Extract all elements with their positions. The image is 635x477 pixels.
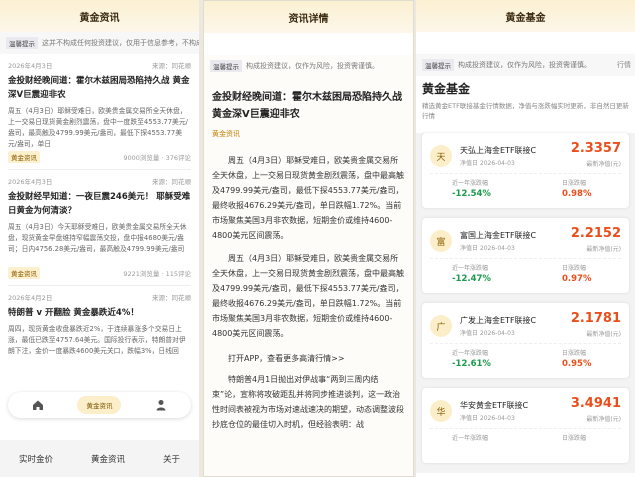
fund-nav-label: 最新净值(元)	[586, 416, 621, 423]
fund-year-change: -12.54%	[452, 189, 491, 199]
fund-list: 天 天弘上海金ETF联接C 净值日 2026-04-03 2.3357 最新净值…	[416, 133, 635, 473]
fund-nav-label: 最新净值(元)	[586, 246, 621, 253]
news-item[interactable]: 2026年4月2日 来源：同花顺 特朗普 v 开翻脸 黄金暴跌近4%！ 周四，现货…	[8, 286, 191, 402]
article-paragraph: 特朗普4月1日抛出对伊战事“两到三周内结束”论，宣称将攻破距乱并将同步推进谈判，…	[212, 375, 404, 429]
news-title: 金投财经早知道：一夜巨震246美元！ 耶稣受难日黄金为何清淡？	[8, 192, 191, 216]
fund-card[interactable]: 天 天弘上海金ETF联接C 净值日 2026-04-03 2.3357 最新净值…	[422, 133, 629, 208]
fund-name: 广发上海金ETF联接C	[460, 316, 537, 325]
news-date: 2026年4月3日	[8, 178, 53, 186]
news-source: 来源：同花顺	[152, 62, 191, 70]
fund-date: 净值日 2026-04-03	[460, 245, 515, 252]
tab-news[interactable]: 黄金资讯	[77, 396, 122, 414]
news-title: 金投财经晚间道：霍尔木兹困局恐陷持久战 黄金深V巨震迎非农	[8, 76, 190, 100]
notice-tag: 温馨提示	[6, 37, 38, 49]
news-item[interactable]: 2026年4月3日 来源：同花顺 金投财经早知道：一夜巨震246美元！ 耶稣受难日…	[8, 170, 191, 286]
fund-card[interactable]: 富 富国上海金ETF联接C 净值日 2026-04-03 2.2152 最新净值…	[422, 218, 629, 293]
fund-year-label: 近一年涨跌幅	[452, 265, 489, 272]
news-list-screen: 黄金资讯 温馨提示 这并不构成任何投资建议，仅用于信息参考，不构成任何 行情 2…	[0, 0, 199, 477]
news-tag: 黄金资讯	[8, 267, 40, 279]
news-summary: 周五（4月3日）今天耶稣受难日，欧美贵金属交易所全天休盘，现货黄金早盘维持窄幅震…	[8, 223, 187, 253]
section-subtitle: 精选黄金ETF联接基金行情数据，净值与涨跌幅实时更新，非自然日更新行情	[422, 102, 629, 120]
notice-text: 构成投资建议，仅作为风险，投资需谨慎。	[458, 61, 591, 69]
nav-about[interactable]: 关于	[163, 453, 180, 465]
fund-day-change: 0.97%	[562, 274, 592, 284]
fund-nav-label: 最新净值(元)	[586, 161, 621, 168]
fund-nav: 2.1781	[570, 311, 621, 326]
fund-nav: 3.4941	[570, 396, 621, 411]
fund-avatar: 富	[430, 230, 452, 252]
fund-name: 天弘上海金ETF联接C	[460, 146, 537, 155]
fund-year-label: 近一年涨跌幅	[452, 435, 489, 442]
news-source: 来源：同花顺	[152, 178, 191, 186]
nav-gold-news[interactable]: 黄金资讯	[91, 453, 125, 465]
fund-nav-label: 最新净值(元)	[586, 331, 621, 338]
page-title: 黄金资讯	[0, 0, 199, 32]
article-headline: 金投财经晚间道：霍尔木兹困局恐陷持久战 黄金深V巨震迎非农	[212, 92, 402, 120]
article-paragraph: 周五（4月3日）耶稣受难日，欧美贵金属交易所全天休盘，上一交易日现货黄金剧烈震荡…	[212, 254, 404, 338]
tab-home[interactable]	[18, 396, 58, 414]
news-list: 2026年4月3日 来源：同花顺 金投财经晚间道：霍尔木兹困局恐陷持久战 黄金深V…	[0, 54, 199, 402]
article-paragraph: 周五（4月3日）耶稣受难日，欧美贵金属交易所全天休盘，上一交易日现货黄金剧烈震荡…	[212, 156, 404, 240]
news-views: 9000浏览量 · 376评论	[123, 154, 191, 162]
fund-year-label: 近一年涨跌幅	[452, 180, 489, 187]
fund-date: 净值日 2026-04-03	[460, 330, 515, 337]
notice-tag: 温馨提示	[422, 59, 454, 71]
notice-text: 这并不构成任何投资建议，仅用于信息参考，不构成任何	[42, 39, 199, 47]
fund-avatar: 广	[430, 315, 452, 337]
page-title: 资讯详情	[204, 1, 413, 33]
fund-day-label: 日涨跌幅	[562, 435, 587, 442]
fund-day-label: 日涨跌幅	[562, 180, 587, 187]
fund-avatar: 天	[430, 145, 452, 167]
fund-name: 华安黄金ETF联接C	[460, 401, 529, 410]
notice-bar: 温馨提示 这并不构成任何投资建议，仅用于信息参考，不构成任何 行情	[0, 32, 199, 54]
news-source: 来源：同花顺	[152, 294, 191, 302]
fund-card[interactable]: 华 华安黄金ETF联接C 净值日 2026-04-03 3.4941 最新净值(…	[422, 388, 629, 463]
floating-tabbar: 黄金资讯	[8, 392, 191, 418]
news-detail-screen: 资讯详情 温馨提示 构成投资建议，仅作为风险，投资需谨慎。 金投财经晚间道：霍尔…	[203, 0, 414, 477]
news-summary: 周四，现货黄金收盘暴跌近2%，于连续暴涨多个交易日上涨，最低已跌至4757.64…	[8, 325, 186, 355]
page-title: 黄金基金	[416, 0, 635, 32]
fund-year-label: 近一年涨跌幅	[452, 350, 489, 357]
notice-tag: 温馨提示	[210, 60, 242, 72]
home-icon	[32, 400, 43, 410]
section-heading: 黄金基金	[422, 82, 471, 96]
fund-date: 净值日 2026-04-03	[460, 415, 515, 422]
news-views: 9221浏览量 · 115评论	[123, 270, 191, 278]
news-title: 特朗普 v 开翻脸 黄金暴跌近4%！	[8, 308, 139, 318]
nav-realtime-price[interactable]: 实时金价	[19, 453, 53, 465]
user-icon	[156, 400, 166, 411]
fund-year-change: -12.47%	[452, 274, 491, 284]
fund-name: 富国上海金ETF联接C	[460, 231, 537, 240]
fund-date: 净值日 2026-04-03	[460, 160, 515, 167]
gold-fund-screen: 黄金基金 温馨提示 构成投资建议，仅作为风险，投资需谨慎。 行情 黄金基金 精选…	[416, 0, 635, 477]
news-date: 2026年4月3日	[8, 62, 53, 70]
fund-nav: 2.2152	[570, 226, 621, 241]
open-app-link[interactable]: 打开APP，查看更多高清行情>>	[204, 353, 413, 364]
fund-day-change: 0.95%	[562, 359, 592, 369]
fund-avatar: 华	[430, 400, 452, 422]
notice-tail: 行情	[617, 61, 631, 69]
news-item[interactable]: 2026年4月3日 来源：同花顺 金投财经晚间道：霍尔木兹困局恐陷持久战 黄金深V…	[8, 54, 191, 170]
fund-card[interactable]: 广 广发上海金ETF联接C 净值日 2026-04-03 2.1781 最新净值…	[422, 303, 629, 378]
notice-bar: 温馨提示 构成投资建议，仅作为风险，投资需谨慎。 行情	[416, 54, 635, 76]
fund-day-label: 日涨跌幅	[562, 350, 587, 357]
article-source: 黄金资讯	[212, 130, 240, 138]
fund-day-change: 0.98%	[562, 189, 592, 199]
fund-year-change: -12.61%	[452, 359, 491, 369]
news-tag: 黄金资讯	[8, 151, 40, 163]
news-tab-label: 黄金资讯	[86, 402, 113, 410]
bottom-nav: 实时金价 黄金资讯 关于	[0, 440, 199, 477]
news-date: 2026年4月2日	[8, 294, 53, 302]
notice-bar: 温馨提示 构成投资建议，仅作为风险，投资需谨慎。	[204, 55, 413, 77]
tab-profile[interactable]	[141, 396, 181, 414]
news-summary: 周五（4月3日）耶稣受难日，欧美贵金属交易所全天休盘，上一交易日现货黄金剧烈震荡…	[8, 107, 188, 148]
fund-nav: 2.3357	[570, 141, 621, 156]
fund-day-label: 日涨跌幅	[562, 265, 587, 272]
notice-text: 构成投资建议，仅作为风险，投资需谨慎。	[246, 62, 379, 70]
